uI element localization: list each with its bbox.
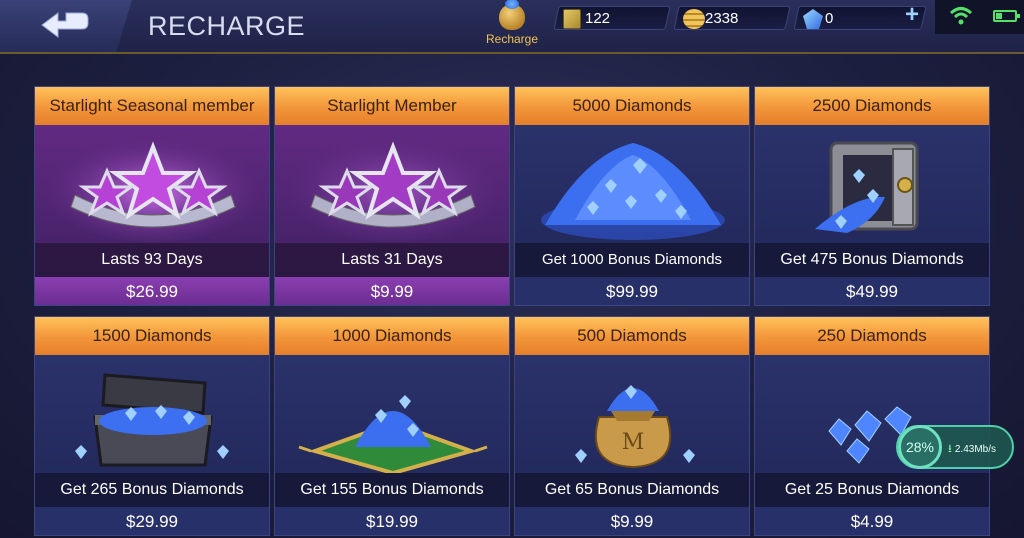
battery-icon [993, 10, 1020, 22]
product-description: Lasts 93 Days [35, 243, 269, 277]
product-description: Get 265 Bonus Diamonds [35, 473, 269, 507]
top-bar: RECHARGE Recharge 122 2338 0 + [0, 0, 1024, 54]
diamond-chest-icon [35, 355, 269, 473]
diamond-safe-icon [755, 125, 989, 243]
recharge-shortcut[interactable]: Recharge [480, 0, 544, 50]
product-card-500-diamonds[interactable]: 500 Diamonds M Get 65 Bonus Diamonds $9.… [514, 316, 750, 536]
product-description: Get 65 Bonus Diamonds [515, 473, 749, 507]
back-button[interactable] [0, 0, 132, 52]
product-title: 5000 Diamonds [515, 87, 749, 125]
download-percent: 28% [898, 425, 942, 469]
product-title: Starlight Seasonal member [35, 87, 269, 125]
page-title: RECHARGE [148, 11, 306, 41]
starlight-badge-icon [35, 125, 269, 243]
product-card-5000-diamonds[interactable]: 5000 Diamonds Get 1000 Bonus Diamonds $9… [514, 86, 750, 306]
svg-text:M: M [622, 430, 645, 455]
product-price: $9.99 [275, 277, 509, 305]
product-description: Get 155 Bonus Diamonds [275, 473, 509, 507]
ticket-counter: 122 [553, 6, 671, 30]
battle-point-counter: 2338 [673, 6, 791, 30]
product-card-1500-diamonds[interactable]: 1500 Diamonds Get 265 Bonus Diamonds $29… [34, 316, 270, 536]
product-title: 1000 Diamonds [275, 317, 509, 355]
diamond-pile-icon [515, 125, 749, 243]
product-price: $4.99 [755, 507, 989, 535]
product-title: 500 Diamonds [515, 317, 749, 355]
status-area [935, 0, 1024, 34]
product-card-starlight-seasonal[interactable]: Starlight Seasonal member Lasts 93 Days … [34, 86, 270, 306]
product-grid: Starlight Seasonal member Lasts 93 Days … [34, 86, 990, 536]
wifi-icon [949, 7, 973, 25]
diamond-count: 0 [825, 9, 834, 27]
product-price: $29.99 [35, 507, 269, 535]
starlight-badge-icon [275, 125, 509, 243]
product-price: $26.99 [35, 277, 269, 305]
product-description: Get 1000 Bonus Diamonds [515, 243, 749, 277]
battle-point-count: 2338 [705, 9, 739, 27]
diamond-icon [803, 9, 823, 29]
download-arrow-icon: ⭳ [948, 443, 952, 455]
download-speed-value: 2.43Mb/s [954, 444, 996, 455]
product-title: 2500 Diamonds [755, 87, 989, 125]
product-description: Get 475 Bonus Diamonds [755, 243, 989, 277]
product-card-2500-diamonds[interactable]: 2500 Diamonds Get 475 Bonus Diamonds $49… [754, 86, 990, 306]
product-title: Starlight Member [275, 87, 509, 125]
download-speed: ⭳ 2.43Mb/s [948, 440, 996, 459]
back-arrow-icon [41, 12, 89, 38]
product-price: $9.99 [515, 507, 749, 535]
product-title: 1500 Diamonds [35, 317, 269, 355]
product-price: $49.99 [755, 277, 989, 305]
diamond-bag-icon [499, 0, 525, 30]
download-progress-widget[interactable]: 28% ⭳ 2.43Mb/s [896, 425, 1014, 469]
recharge-label: Recharge [485, 32, 539, 46]
add-diamonds-button[interactable]: + [900, 3, 924, 28]
product-price: $19.99 [275, 507, 509, 535]
ticket-count: 122 [585, 9, 611, 27]
product-card-starlight-member[interactable]: Starlight Member Lasts 31 Days $9.99 [274, 86, 510, 306]
product-price: $99.99 [515, 277, 749, 305]
diamond-bag-icon: M [515, 355, 749, 473]
ticket-icon [563, 9, 581, 29]
coin-icon [683, 9, 705, 29]
product-card-1000-diamonds[interactable]: 1000 Diamonds Get 155 Bonus Diamonds $19… [274, 316, 510, 536]
product-title: 250 Diamonds [755, 317, 989, 355]
product-description: Get 25 Bonus Diamonds [755, 473, 989, 507]
product-description: Lasts 31 Days [275, 243, 509, 277]
diamond-carpet-icon [275, 355, 509, 476]
